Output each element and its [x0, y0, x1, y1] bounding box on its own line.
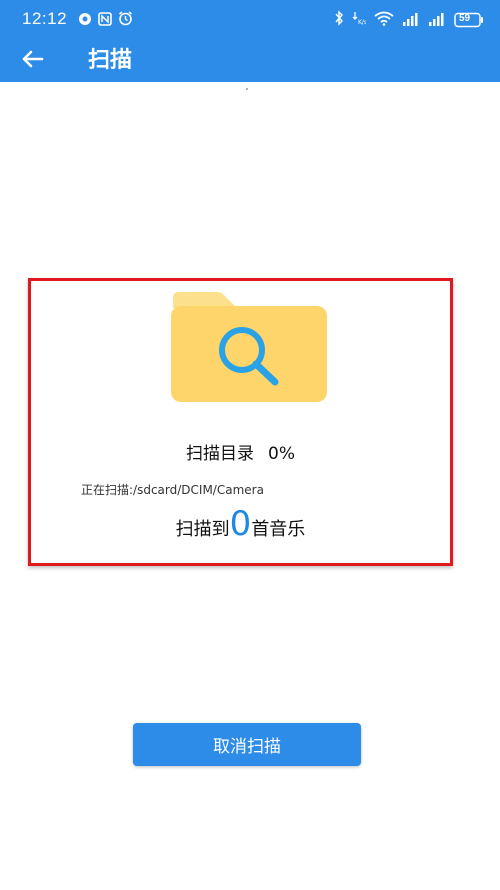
music-count: 0 [229, 504, 252, 544]
battery-icon: 59 [454, 12, 484, 28]
bluetooth-icon [334, 10, 344, 30]
folder-search-icon [169, 288, 329, 404]
status-left-icons [78, 11, 133, 30]
app-bar: 扫描 [0, 40, 500, 82]
back-arrow-icon[interactable] [18, 44, 48, 74]
wifi-icon [374, 11, 394, 30]
divider-dot [246, 88, 248, 90]
scan-progress-card: 扫描目录 0% 正在扫描:/sdcard/DCIM/Camera 扫描到0首音乐 [28, 278, 453, 566]
scan-progress-percent: 0% [268, 444, 295, 464]
signal-icon-sim1 [402, 11, 420, 30]
status-bar: 12:12 K/s 59 [0, 0, 500, 40]
scanning-path-text: 正在扫描:/sdcard/DCIM/Camera [81, 483, 264, 497]
svg-text:K/s: K/s [358, 19, 366, 26]
result-suffix: 首音乐 [251, 519, 306, 540]
battery-level: 59 [459, 13, 471, 24]
notification-app-icon [78, 11, 92, 30]
alarm-icon [118, 11, 133, 30]
nfc-icon [98, 11, 112, 30]
page-title: 扫描 [88, 48, 133, 73]
cancel-scan-button[interactable]: 取消扫描 [133, 723, 361, 766]
scan-progress-label: 扫描目录 [186, 444, 254, 464]
signal-icon-sim2 [428, 11, 446, 30]
status-time: 12:12 [22, 9, 68, 28]
network-speed-icon: K/s [352, 10, 367, 30]
status-right-icons: K/s 59 [334, 10, 484, 30]
result-prefix: 扫描到 [175, 519, 230, 540]
scan-progress-row: 扫描目录 0% [31, 439, 450, 464]
scan-result-row: 扫描到0首音乐 [31, 507, 450, 541]
